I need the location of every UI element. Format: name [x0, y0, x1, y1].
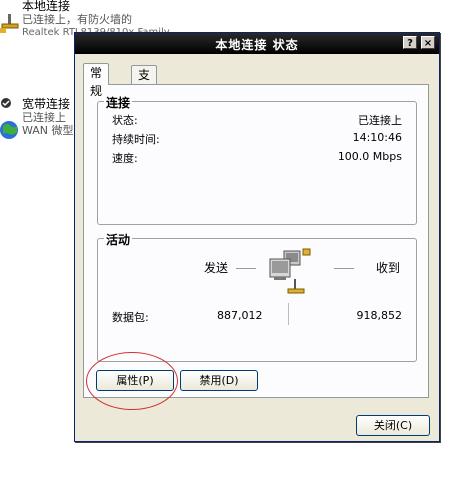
speed-value: 100.0 Mbps [337, 150, 402, 163]
connection-legend: 连接 [104, 94, 133, 111]
connection-status: 已连接上，有防火墙的 [22, 13, 132, 26]
speed-label: 速度: [112, 152, 138, 165]
connection-device: WAN 微型 [22, 124, 74, 137]
received-label: 收到 [376, 261, 401, 275]
tab-general[interactable]: 常规 [83, 63, 110, 98]
sent-packets-value: 887,012 [217, 309, 263, 322]
sent-divider [236, 268, 256, 269]
window-close-button[interactable]: × [421, 36, 435, 49]
connection-status: 已连接上 [22, 111, 66, 124]
properties-button[interactable]: 属性(P) [96, 370, 174, 391]
connection-name: 本地连接 [22, 0, 71, 13]
close-button[interactable]: 关闭(C) [356, 415, 430, 436]
window-title: 本地连接 状态 [215, 38, 299, 52]
connection-name: 宽带连接 [22, 97, 71, 111]
received-packets-value: 918,852 [356, 309, 403, 322]
duration-value: 14:10:46 [352, 131, 402, 144]
tab-panel-general: 连接 状态: 已连接上 持续时间: 14:10:46 速度: 100.0 Mbp… [83, 84, 429, 398]
status-label: 状态: [112, 114, 138, 127]
tab-support[interactable]: 支持 [131, 65, 158, 100]
globe-icon [0, 98, 20, 139]
network-activity-icon [266, 247, 314, 299]
status-value: 已连接上 [358, 114, 402, 127]
received-divider [334, 268, 354, 269]
sent-label: 发送 [204, 261, 229, 275]
activity-legend: 活动 [104, 231, 133, 248]
packets-separator [288, 303, 289, 325]
disable-button[interactable]: 禁用(D) [180, 370, 258, 391]
connection-group: 连接 状态: 已连接上 持续时间: 14:10:46 速度: 100.0 Mbp… [97, 94, 417, 225]
activity-group: 活动 发送 收到 数据包: 887,012 918,852 [97, 231, 417, 362]
status-dialog: 本地连接 状态 ? × 常规 支持 连接 状态: 已连接上 持续时间: 14:1… [74, 32, 440, 442]
title-bar[interactable]: 本地连接 状态 ? × [75, 33, 439, 54]
network-cable-icon [0, 14, 20, 42]
duration-label: 持续时间: [112, 133, 160, 146]
help-button[interactable]: ? [403, 36, 417, 49]
packets-label: 数据包: [112, 311, 149, 324]
